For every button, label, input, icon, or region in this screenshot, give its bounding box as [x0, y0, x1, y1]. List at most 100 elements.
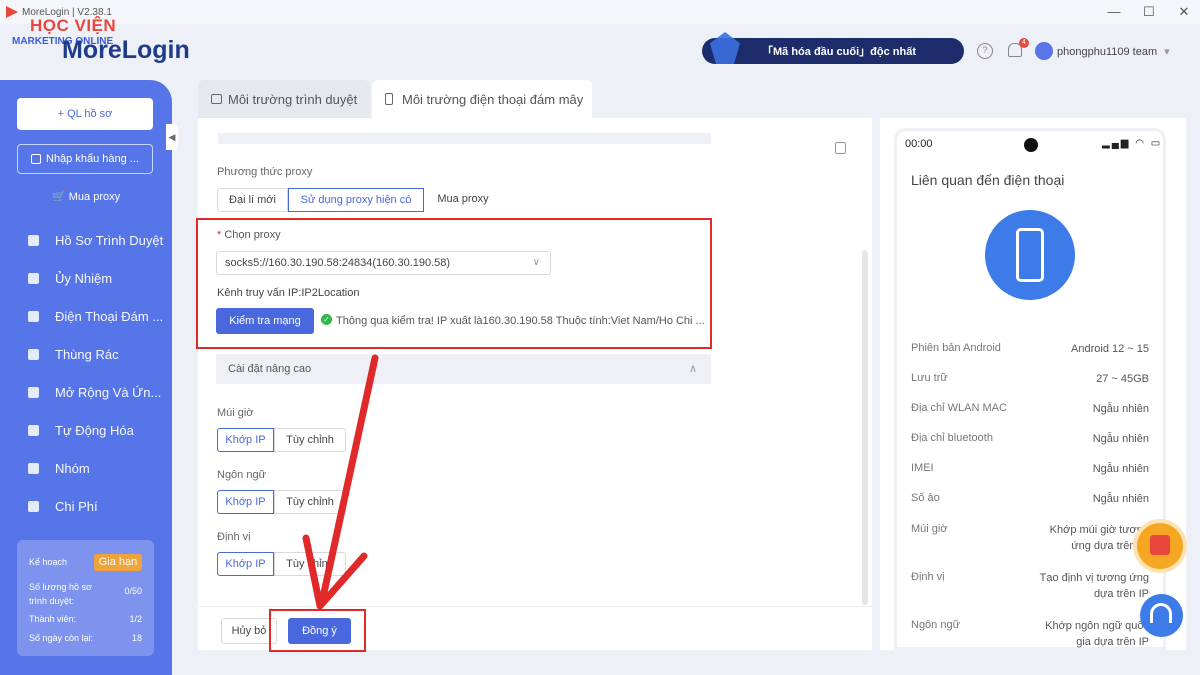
spec-android-value: Android 12 ~ 15 [1071, 343, 1149, 355]
group-icon [28, 463, 39, 474]
trash-icon [28, 349, 39, 360]
import-label: Nhập khẩu hàng ... [46, 153, 139, 165]
sidebar-item-billing[interactable]: Chi Phí [28, 499, 98, 514]
sidebar-item-label: Nhóm [55, 461, 90, 476]
spec-language-label: Ngôn ngữ [911, 619, 960, 631]
spec-android-label: Phiên bản Android [911, 342, 1001, 354]
app-logo-icon [6, 6, 18, 18]
collapse-sidebar-button[interactable]: ◀ [166, 124, 178, 150]
sidebar-item-label: Ủy Nhiệm [55, 271, 113, 286]
phone-camera-notch [1024, 138, 1038, 152]
sidebar-item-label: Hồ Sơ Trình Duyệt [55, 233, 164, 248]
annotation-highlight-confirm [269, 609, 366, 652]
plan-profiles-label: Số lượng hồ sơ trình duyệt: [29, 582, 92, 606]
spec-wlan-value: Ngẫu nhiên [1092, 403, 1149, 415]
spec-location-value: Tạo định vị tương ứng dựa trên IP [1039, 572, 1149, 600]
tab-label: Môi trường điện thoại đám mây [402, 92, 584, 107]
plan-days-value: 18 [131, 633, 142, 643]
gift-icon [1150, 535, 1170, 555]
sidebar-item-browser-profiles[interactable]: Hồ Sơ Trình Duyệt [28, 233, 163, 248]
tab-browser-env[interactable]: Môi trường trình duyệt [198, 80, 370, 118]
promo-banner[interactable]: 「Mã hóa đầu cuối」độc nhất [702, 32, 964, 64]
section-divider [218, 133, 711, 144]
sidebar-item-cloud-phone[interactable]: Điện Thoại Đám ... [28, 309, 163, 324]
chevron-down-icon: ▾ [1164, 46, 1170, 58]
headset-icon [1150, 603, 1172, 623]
phone-time: 00:00 [905, 138, 933, 150]
spec-virtual-number-label: Số ảo [911, 492, 940, 504]
spec-imei-label: IMEI [911, 462, 934, 474]
annotation-arrow [302, 354, 379, 610]
copy-icon[interactable] [835, 142, 846, 154]
spec-timezone-label: Múi giờ [911, 523, 948, 535]
avatar[interactable] [1035, 42, 1053, 60]
phone-icon [385, 93, 393, 105]
spec-imei-value: Ngẫu nhiên [1092, 463, 1149, 475]
profile-icon [28, 235, 39, 246]
spec-location-label: Định vị [911, 571, 945, 583]
phone-section-title: Liên quan đến điện thoại [911, 172, 1065, 188]
import-button[interactable]: Nhập khẩu hàng ... [17, 144, 153, 174]
timezone-match-ip[interactable]: Khớp IP [217, 428, 274, 452]
spec-bluetooth-label: Địa chỉ bluetooth [911, 432, 993, 444]
plan-members-label: Thành viên: [29, 614, 77, 624]
phone-status-icons: ▂▄▆ ◠ ▭ [1102, 138, 1163, 149]
option-existing-proxy[interactable]: Sử dụng proxy hiện có [288, 188, 424, 212]
buy-proxy-link[interactable]: 🛒 Mua proxy [52, 190, 120, 203]
location-match-ip[interactable]: Khớp IP [217, 552, 274, 576]
scrollbar[interactable] [862, 250, 868, 605]
language-match-ip[interactable]: Khớp IP [217, 490, 274, 514]
spec-timezone-value: Khớp múi giờ tương ứng dựa trên IP [1049, 524, 1149, 552]
monitor-icon [211, 94, 222, 104]
annotation-highlight-proxy [196, 218, 712, 349]
spec-language-value: Khớp ngôn ngữ quốc gia dựa trên IP [1045, 620, 1149, 648]
plan-days-label: Số ngày còn lại: [29, 633, 94, 643]
proxy-icon [28, 273, 39, 284]
sidebar-item-label: Tự Động Hóa [55, 423, 134, 438]
option-buy-proxy[interactable]: Mua proxy [424, 188, 502, 212]
phone-icon [28, 311, 39, 322]
proxy-method-label: Phương thức proxy [217, 166, 313, 178]
promo-text: 「Mã hóa đầu cuối」độc nhất [762, 46, 917, 58]
close-button[interactable]: ✕ [1174, 4, 1194, 20]
username[interactable]: phongphu1109 team ▾ [1057, 45, 1170, 58]
spec-storage-label: Lưu trữ [911, 372, 948, 384]
tab-cloud-phone-env[interactable]: Môi trường điện thoại đám mây [372, 80, 592, 118]
plan-members-value: 1/2 [129, 614, 142, 624]
sidebar: + QL hồ sơ Nhập khẩu hàng ... 🛒 Mua prox… [0, 80, 172, 675]
renew-button[interactable]: Gia hạn [94, 554, 142, 571]
plan-profiles-value: 0/50 [124, 586, 142, 596]
sidebar-item-label: Chi Phí [55, 499, 98, 514]
tab-label: Môi trường trình duyệt [228, 92, 358, 107]
chevron-up-icon: ∧ [688, 363, 697, 375]
sidebar-item-trash[interactable]: Thùng Rác [28, 347, 119, 362]
morelogin-logo: MoreLogin [62, 36, 190, 64]
maximize-button[interactable]: ☐ [1139, 4, 1159, 20]
sidebar-item-extensions[interactable]: Mở Rộng Và Ứn... [28, 385, 161, 400]
wallet-icon [28, 501, 39, 512]
ql-profile-button[interactable]: + QL hồ sơ [17, 98, 153, 130]
sidebar-item-label: Mở Rộng Và Ứn... [55, 385, 162, 400]
notification-badge: 4 [1019, 38, 1029, 48]
option-new-proxy[interactable]: Đại lí mới [217, 188, 288, 212]
sidebar-item-label: Điện Thoại Đám ... [55, 309, 164, 324]
sidebar-item-label: Thùng Rác [55, 347, 119, 362]
sidebar-item-automation[interactable]: Tự Động Hóa [28, 423, 134, 438]
spec-bluetooth-value: Ngẫu nhiên [1092, 433, 1149, 445]
timezone-label: Múi giờ [217, 407, 254, 419]
import-icon [31, 154, 41, 164]
username-text: phongphu1109 team [1057, 46, 1158, 58]
minimize-button[interactable]: — [1104, 4, 1124, 19]
title-bar: MoreLogin | V2.38.1 [0, 0, 1200, 24]
spec-storage-value: 27 ~ 45GB [1096, 373, 1149, 385]
sidebar-item-group[interactable]: Nhóm [28, 461, 90, 476]
sidebar-item-proxy[interactable]: Ủy Nhiệm [28, 271, 112, 286]
puzzle-icon [28, 387, 39, 398]
smartphone-icon [1016, 228, 1044, 282]
watermark-hoc-vien: HỌC VIỆN [30, 16, 117, 35]
spec-wlan-label: Địa chỉ WLAN MAC [911, 402, 1007, 414]
language-label: Ngôn ngữ [217, 469, 266, 481]
plan-label: Kế hoạch [29, 557, 68, 567]
robot-icon [28, 425, 39, 436]
help-icon[interactable]: ? [977, 43, 993, 59]
